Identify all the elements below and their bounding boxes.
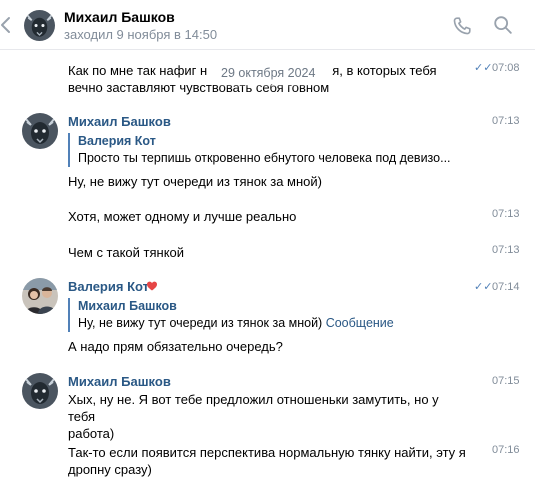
message-text: А надо прям обязательно очередь? [68,339,283,354]
chevron-left-icon[interactable] [0,14,12,36]
message-author[interactable]: Михаил Башков [68,374,171,389]
quote-text: Просто ты терпишь откровенно ебнутого че… [78,151,451,165]
reply-quote[interactable]: Валерия Кот Просто ты терпишь откровенно… [68,133,468,167]
message-time: 07:15 [492,375,520,387]
message-time: 07:08 [492,62,520,74]
header-last-seen: заходил 9 ноября в 14:50 [64,27,218,42]
chat-header: Михаил Башков заходил 9 ноября в 14:50 [0,0,535,50]
message-text: Так-то если появится перспектива нормаль… [68,445,466,477]
quote-author: Валерия Кот [78,134,156,148]
message-time: 07:16 [492,444,520,456]
avatar[interactable] [22,113,58,149]
message-text: Хых, ну не. Я вот тебе предложил отношен… [68,392,439,441]
phone-icon[interactable] [451,15,473,37]
message-author[interactable]: Валерия Кот [68,279,149,294]
header-contact-name[interactable]: Михаил Башков [64,9,175,25]
message-text: Ну, не вижу тут очереди из тянок за мной… [68,174,322,189]
message-time: 07:13 [492,244,520,256]
quote-author: Михаил Башков [78,299,177,313]
search-icon[interactable] [492,14,514,36]
header-avatar[interactable] [24,10,55,41]
message-text: Хотя, может одному и лучше реально [68,209,297,224]
date-divider: 29 октября 2024 [211,62,326,84]
avatar[interactable] [22,373,58,409]
message-time: 07:13 [492,208,520,220]
message-time: 07:13 [492,115,520,127]
reply-quote[interactable]: Михаил Башков Ну, не вижу тут очереди из… [68,298,468,332]
message-author[interactable]: Михаил Башков [68,114,171,129]
avatar[interactable] [22,278,58,314]
heart-badge-icon [147,281,157,291]
read-check-icon: ✓✓ [474,62,493,74]
quote-message-link[interactable]: Сообщение [326,316,394,330]
message-time: 07:14 [492,281,520,293]
quote-text: Ну, не вижу тут очереди из тянок за мной… [78,316,394,330]
read-check-icon: ✓✓ [474,281,493,293]
message-text: Чем с такой тянкой [68,245,185,260]
